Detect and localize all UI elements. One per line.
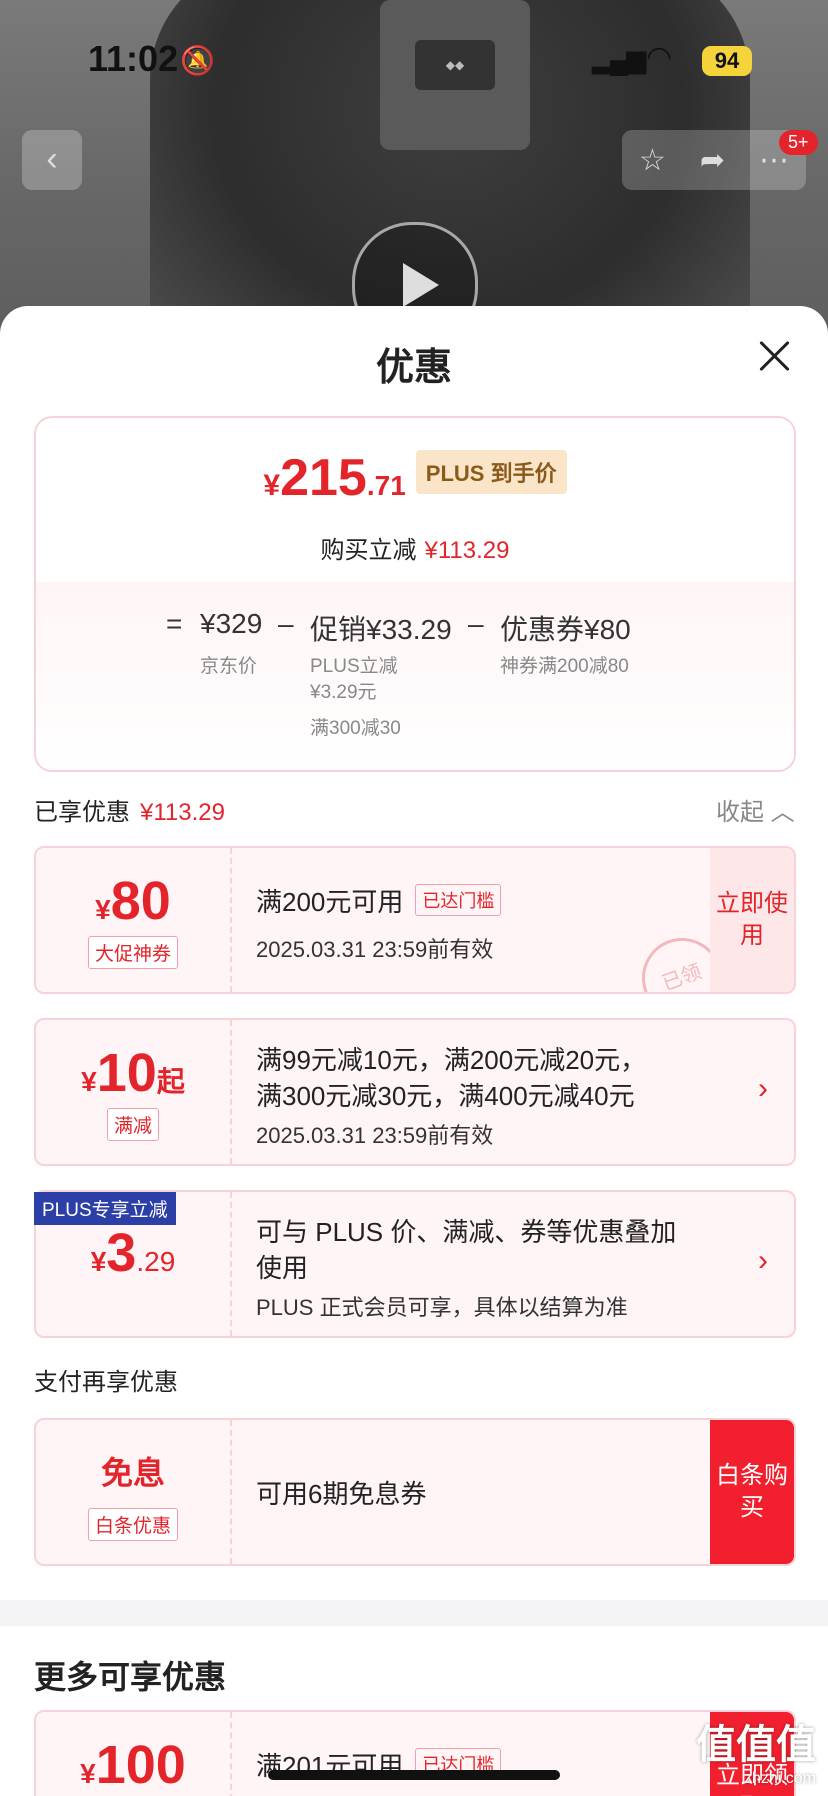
coupon-validity: 2025.03.31 23:59前有效 bbox=[256, 937, 494, 962]
threshold-reached-badge: 已达门槛 bbox=[415, 884, 502, 916]
cart-count-badge: 5+ bbox=[779, 130, 818, 155]
final-price: ¥215.71 PLUS 到手价 bbox=[36, 448, 794, 508]
base-price: ¥329 bbox=[200, 608, 263, 639]
close-icon[interactable] bbox=[756, 338, 792, 374]
coupon-card[interactable]: ¥100 满201元可用已达门槛 立即领取 bbox=[34, 1710, 796, 1796]
equals-sign: = bbox=[166, 608, 183, 639]
sheet-title: 优惠 bbox=[375, 347, 452, 389]
base-price-note: 京东价 bbox=[200, 656, 258, 677]
chevron-right-icon: › bbox=[758, 1072, 768, 1105]
back-button[interactable]: ‹ bbox=[22, 130, 82, 190]
discount-sheet: 优惠 ¥215.71 PLUS 到手价 购买立减 ¥113.29 = ¥329 – … bbox=[0, 306, 828, 1796]
cellular-signal-icon: ▂▄▆ bbox=[592, 44, 646, 74]
enjoyed-discount-label: 已享优惠 ¥113.29 bbox=[34, 799, 225, 826]
coupon-note: PLUS 正式会员可享，具体以结算为准 bbox=[256, 1295, 628, 1320]
chevron-up-icon: ︿ bbox=[770, 799, 795, 826]
collapse-button[interactable]: 收起 ︿ bbox=[716, 792, 795, 827]
site-watermark: 值值值 zhzhi.com bbox=[696, 1723, 816, 1787]
minus-sign: – bbox=[468, 608, 484, 639]
star-icon[interactable]: ☆ bbox=[639, 143, 666, 178]
promo-amount: 促销¥33.29 bbox=[310, 614, 452, 645]
status-bar: 11:02 🔕 ▂▄▆ ◠ 94 bbox=[0, 0, 828, 110]
chevron-left-icon: ‹ bbox=[46, 140, 58, 178]
interest-free-desc: 可用6期免息券 bbox=[256, 1479, 427, 1509]
plus-exclusive-ribbon: PLUS专享立减 bbox=[34, 1192, 176, 1225]
purchase-reduction: 购买立减 ¥113.29 bbox=[320, 537, 510, 564]
coupon-type-tag: 大促神券 bbox=[87, 936, 179, 969]
promo-note-1: PLUS立减 bbox=[310, 656, 398, 677]
chevron-right-icon: › bbox=[758, 1244, 768, 1277]
use-now-button[interactable]: 立即使用 bbox=[710, 848, 794, 992]
interest-free-title: 免息 bbox=[100, 1455, 165, 1491]
coupon-card[interactable]: ¥80 大促神券 满200元可用 已达门槛 2025.03.31 23:59前有效… bbox=[34, 846, 796, 994]
baitiao-card[interactable]: 免息 白条优惠 可用6期免息券 白条购买 bbox=[34, 1418, 796, 1566]
baitiao-buy-button[interactable]: 白条购买 bbox=[710, 1420, 794, 1564]
more-discounts-title: 更多可享优惠 bbox=[34, 1659, 227, 1695]
coupon-note: 神券满200减80 bbox=[500, 656, 629, 677]
silent-bell-icon: 🔕 bbox=[180, 45, 215, 76]
promo-note-3: 满300减30 bbox=[310, 718, 401, 739]
home-indicator[interactable] bbox=[268, 1770, 560, 1780]
plus-price-tag: PLUS 到手价 bbox=[415, 450, 567, 494]
payment-discount-label: 支付再享优惠 bbox=[34, 1369, 178, 1396]
coupon-amount: 优惠券¥80 bbox=[500, 614, 631, 645]
price-summary-card: ¥215.71 PLUS 到手价 购买立减 ¥113.29 = ¥329 – 促销¥… bbox=[34, 416, 796, 772]
coupon-type-tag: 满减 bbox=[106, 1108, 160, 1141]
status-time: 11:02 bbox=[88, 38, 179, 79]
coupon-validity: 2025.03.31 23:59前有效 bbox=[256, 1123, 494, 1148]
coupon-card[interactable]: ¥10起 满减 满99元减10元，满200元减20元， 满300元减30元，满4… bbox=[34, 1018, 796, 1166]
share-icon[interactable]: ➦ bbox=[700, 143, 725, 178]
wifi-icon: ◠ bbox=[646, 41, 673, 74]
minus-sign: – bbox=[278, 608, 294, 639]
baitiao-tag: 白条优惠 bbox=[87, 1508, 179, 1541]
promo-note-2: ¥3.29元 bbox=[310, 682, 377, 703]
battery-indicator: 94 bbox=[702, 46, 752, 76]
